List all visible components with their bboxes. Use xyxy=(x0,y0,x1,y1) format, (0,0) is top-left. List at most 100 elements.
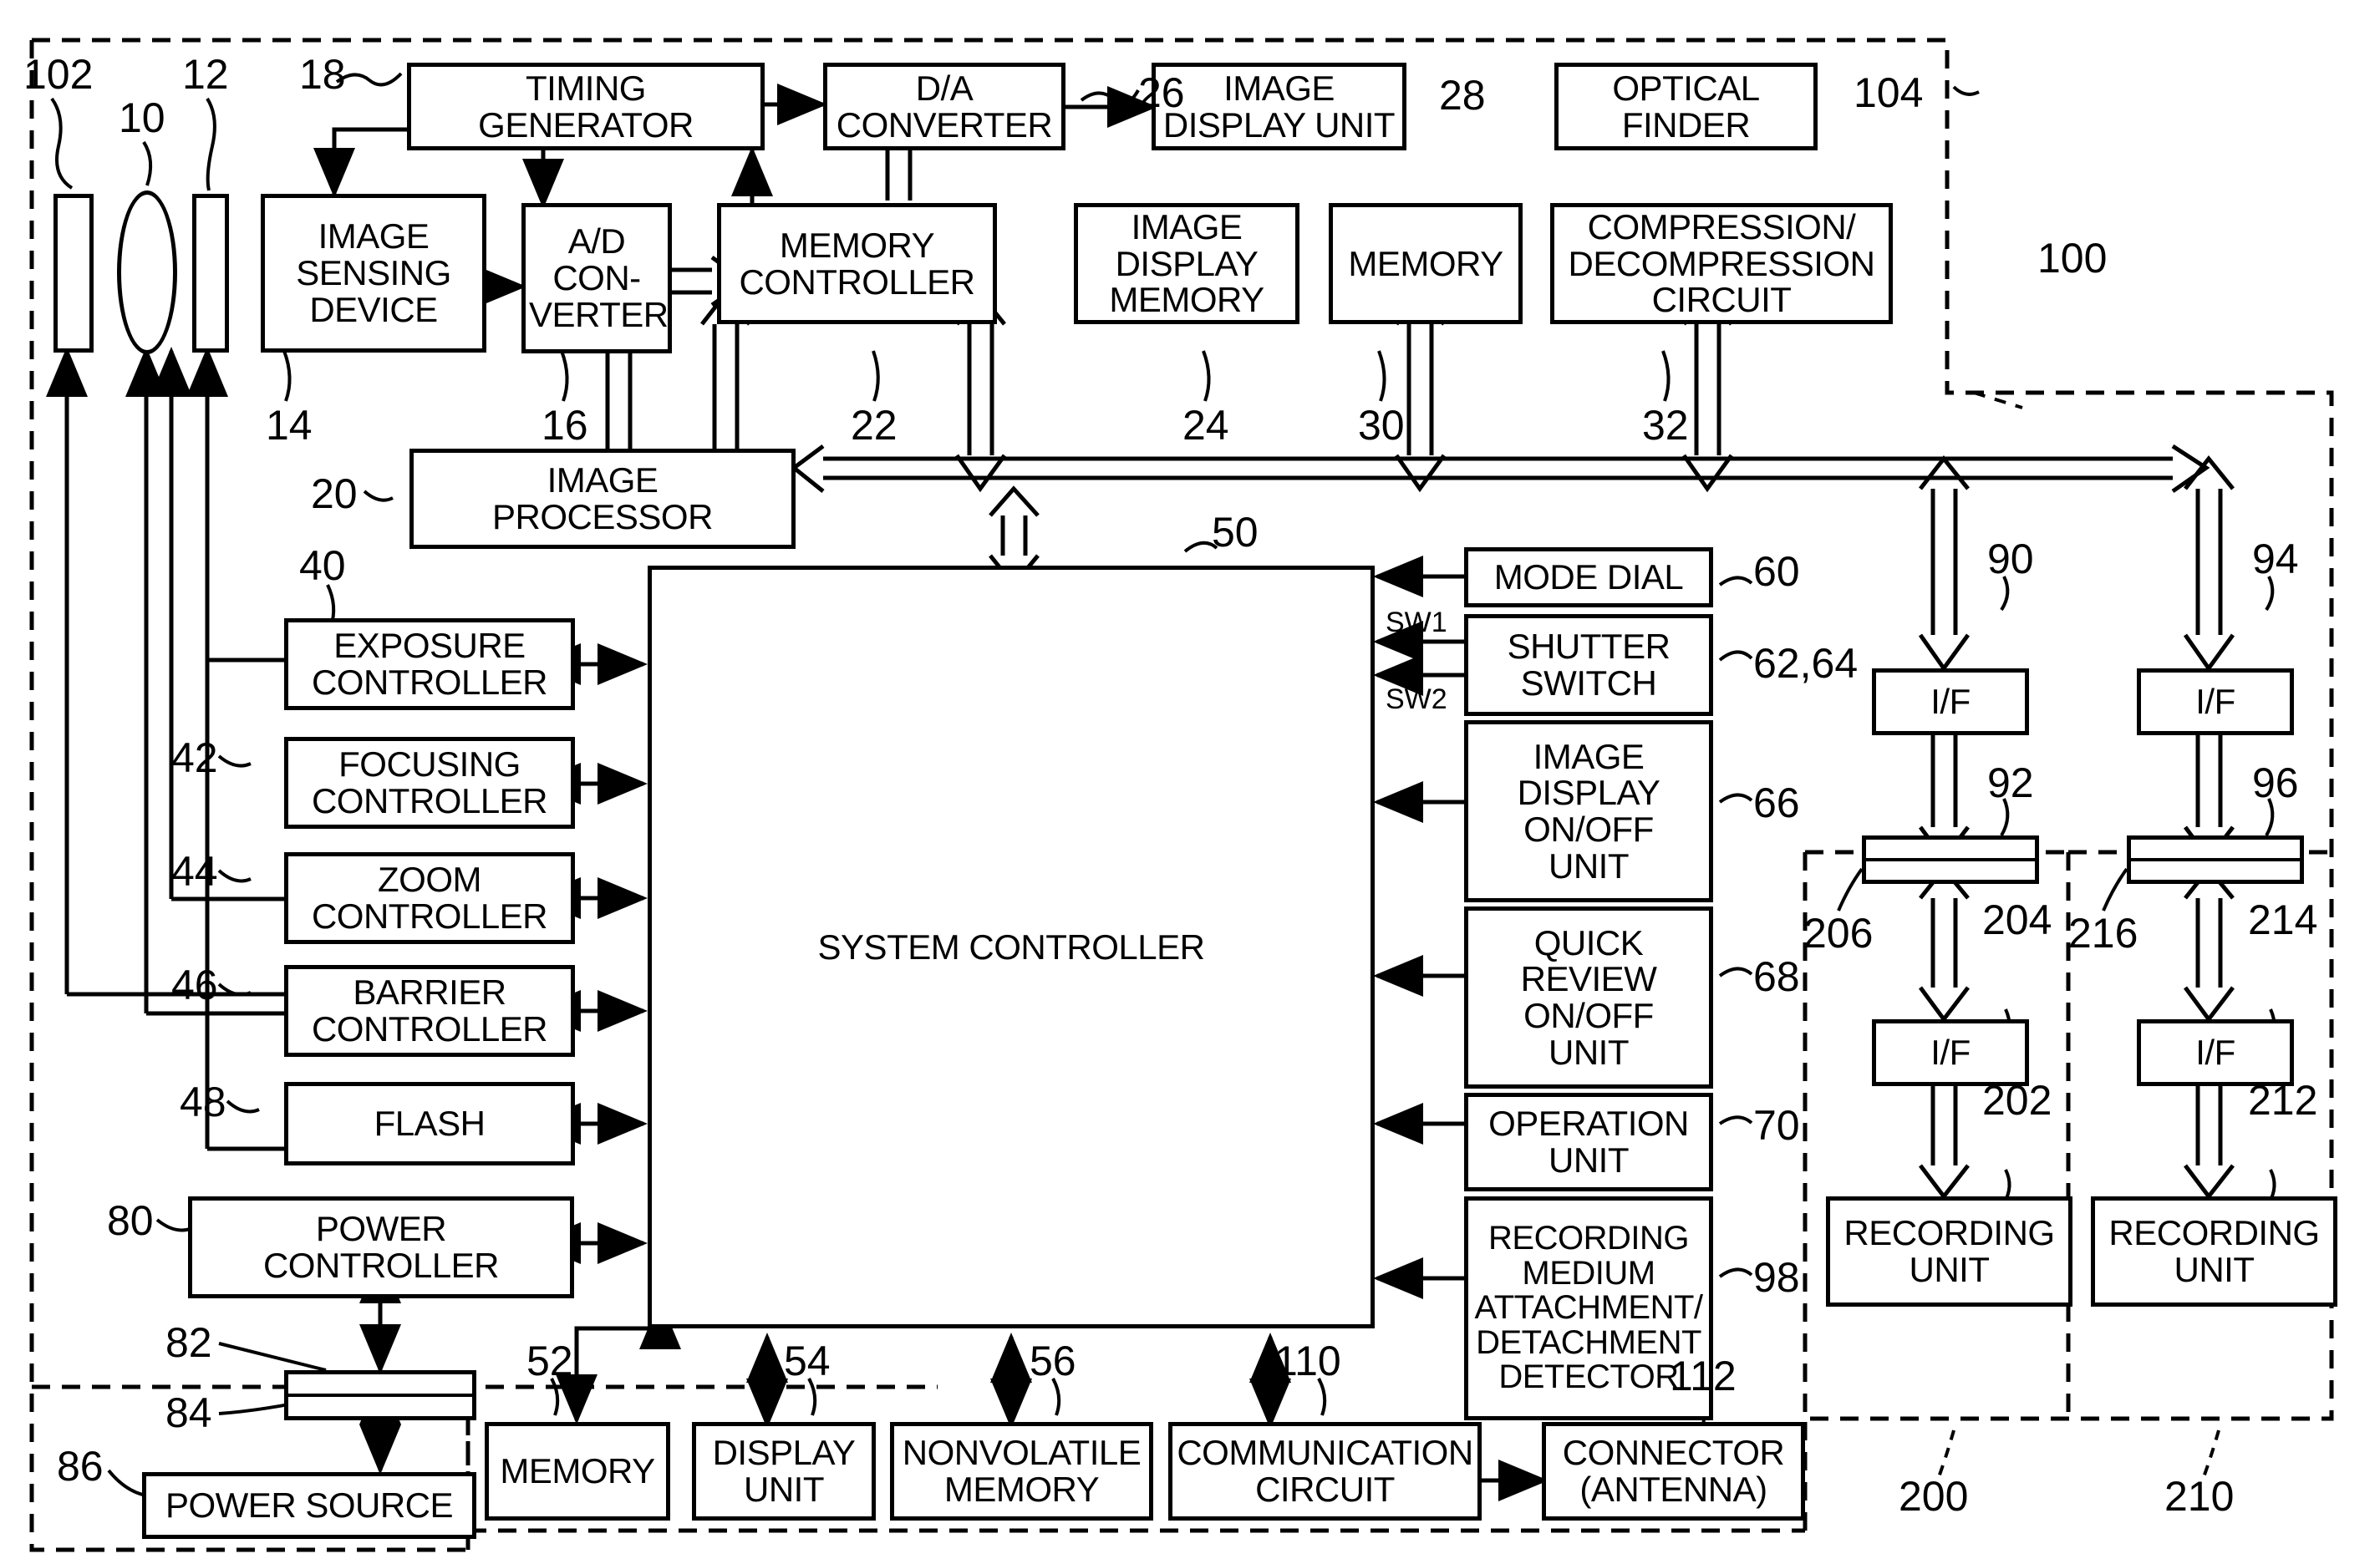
ref-200: 200 xyxy=(1899,1473,1969,1520)
ref-90: 90 xyxy=(1987,536,2034,582)
ref-60: 60 xyxy=(1753,548,1800,595)
ref-104: 104 xyxy=(1854,69,1924,116)
block-compression-decompression-circuit: COMPRESSION/ DECOMPRESSION CIRCUIT xyxy=(1550,203,1893,324)
figure-canvas: IMAGE SENSING DEVICE A/D CON- VERTER TIM… xyxy=(0,0,2380,1564)
ref-98: 98 xyxy=(1753,1254,1800,1301)
block-label: IMAGE DISPLAY ON/OFF UNIT xyxy=(1517,736,1660,886)
block-timing-generator: TIMING GENERATOR xyxy=(407,63,765,150)
ref-84: 84 xyxy=(165,1389,212,1436)
ref-206: 206 xyxy=(1803,910,1874,957)
barrier-102 xyxy=(53,194,94,353)
block-display-unit: DISPLAY UNIT xyxy=(692,1422,876,1521)
block-image-sensing-device: IMAGE SENSING DEVICE xyxy=(261,194,486,353)
block-label: D/A CONVERTER xyxy=(836,68,1053,145)
ref-214: 214 xyxy=(2248,896,2318,943)
ref-210: 210 xyxy=(2164,1473,2235,1520)
label-sw1: SW1 xyxy=(1386,607,1447,638)
block-flash: FLASH xyxy=(284,1082,575,1165)
ref-100: 100 xyxy=(2037,235,2108,282)
block-shutter-switch: SHUTTER SWITCH xyxy=(1464,614,1713,716)
block-label: FOCUSING CONTROLLER xyxy=(311,744,548,820)
block-barrier-controller: BARRIER CONTROLLER xyxy=(284,965,575,1057)
block-label: SYSTEM CONTROLLER xyxy=(817,927,1205,967)
ref-30: 30 xyxy=(1358,402,1405,449)
connector-92-206 xyxy=(1862,835,2039,884)
block-label: I/F xyxy=(1930,1033,1971,1073)
block-label: MEMORY xyxy=(500,1451,655,1491)
block-label: COMMUNICATION CIRCUIT xyxy=(1177,1433,1473,1509)
ref-212: 212 xyxy=(2248,1077,2318,1124)
ref-14: 14 xyxy=(266,402,313,449)
ref-18: 18 xyxy=(299,51,346,98)
block-power-source: POWER SOURCE xyxy=(142,1472,476,1539)
ref-54: 54 xyxy=(784,1338,831,1384)
block-image-display-onoff-unit: IMAGE DISPLAY ON/OFF UNIT xyxy=(1464,720,1713,902)
block-image-processor: IMAGE PROCESSOR xyxy=(409,449,796,549)
ref-10: 10 xyxy=(119,94,165,141)
ref-204: 204 xyxy=(1982,896,2052,943)
block-label: QUICK REVIEW ON/OFF UNIT xyxy=(1520,922,1657,1072)
ref-26: 26 xyxy=(1138,69,1185,116)
block-power-controller: POWER CONTROLLER xyxy=(188,1196,574,1298)
block-recording-unit-210: RECORDING UNIT xyxy=(2091,1196,2337,1307)
block-recording-unit-200: RECORDING UNIT xyxy=(1826,1196,2072,1307)
ref-42: 42 xyxy=(171,734,218,781)
block-mode-dial: MODE DIAL xyxy=(1464,547,1713,607)
ref-44: 44 xyxy=(171,848,218,895)
block-label: TIMING GENERATOR xyxy=(478,68,694,145)
block-optical-finder: OPTICAL FINDER xyxy=(1554,63,1818,150)
ref-110: 110 xyxy=(1274,1338,1341,1384)
block-da-converter: D/A CONVERTER xyxy=(823,63,1065,150)
block-label: EXPOSURE CONTROLLER xyxy=(311,626,548,702)
block-label: MEMORY CONTROLLER xyxy=(739,225,975,302)
ref-92: 92 xyxy=(1987,759,2034,806)
ref-82: 82 xyxy=(165,1319,212,1366)
ref-102: 102 xyxy=(23,51,94,98)
block-label: NONVOLATILE MEMORY xyxy=(902,1433,1142,1509)
block-label: DISPLAY UNIT xyxy=(712,1433,856,1509)
block-label: IMAGE DISPLAY MEMORY xyxy=(1109,206,1264,320)
block-memory-52: MEMORY xyxy=(485,1422,670,1521)
ref-32: 32 xyxy=(1642,402,1689,449)
block-connector-antenna: CONNECTOR (ANTENNA) xyxy=(1542,1422,1805,1521)
ref-94: 94 xyxy=(2252,536,2299,582)
ref-22: 22 xyxy=(851,402,898,449)
block-label: POWER SOURCE xyxy=(165,1485,454,1526)
ref-96: 96 xyxy=(2252,759,2299,806)
ref-86: 86 xyxy=(57,1443,104,1490)
block-label: SHUTTER SWITCH xyxy=(1507,627,1671,703)
ref-52: 52 xyxy=(526,1338,573,1384)
block-label: POWER CONTROLLER xyxy=(262,1209,500,1285)
block-nonvolatile-memory: NONVOLATILE MEMORY xyxy=(890,1422,1153,1521)
block-label: I/F xyxy=(1930,682,1971,722)
block-if-94: I/F xyxy=(2137,668,2294,735)
block-label: MODE DIAL xyxy=(1493,557,1684,597)
block-label: COMPRESSION/ DECOMPRESSION CIRCUIT xyxy=(1568,206,1875,320)
ref-216: 216 xyxy=(2068,910,2138,957)
block-label: BARRIER CONTROLLER xyxy=(311,972,548,1049)
lens-10 xyxy=(117,190,177,354)
ref-56: 56 xyxy=(1030,1338,1076,1384)
block-image-display-unit: IMAGE DISPLAY UNIT xyxy=(1152,63,1406,150)
block-label: FLASH xyxy=(374,1104,486,1144)
block-if-90: I/F xyxy=(1872,668,2029,735)
label-sw2: SW2 xyxy=(1386,683,1447,715)
ref-62-64: 62,64 xyxy=(1753,640,1859,687)
block-communication-circuit: COMMUNICATION CIRCUIT xyxy=(1168,1422,1482,1521)
block-label: I/F xyxy=(2195,1033,2235,1073)
ref-66: 66 xyxy=(1753,779,1800,826)
ref-16: 16 xyxy=(542,402,588,449)
shutter-12 xyxy=(192,194,229,353)
block-operation-unit: OPERATION UNIT xyxy=(1464,1093,1713,1191)
block-zoom-controller: ZOOM CONTROLLER xyxy=(284,852,575,944)
block-quick-review-onoff-unit: QUICK REVIEW ON/OFF UNIT xyxy=(1464,906,1713,1089)
block-label: OPTICAL FINDER xyxy=(1612,68,1760,145)
block-memory-30: MEMORY xyxy=(1329,203,1523,324)
block-label: OPERATION UNIT xyxy=(1488,1104,1689,1180)
block-image-display-memory: IMAGE DISPLAY MEMORY xyxy=(1074,203,1299,324)
ref-202: 202 xyxy=(1982,1077,2052,1124)
connector-82-84 xyxy=(284,1370,476,1420)
ref-48: 48 xyxy=(180,1079,226,1125)
block-memory-controller: MEMORY CONTROLLER xyxy=(717,203,997,324)
ref-28: 28 xyxy=(1439,72,1486,119)
